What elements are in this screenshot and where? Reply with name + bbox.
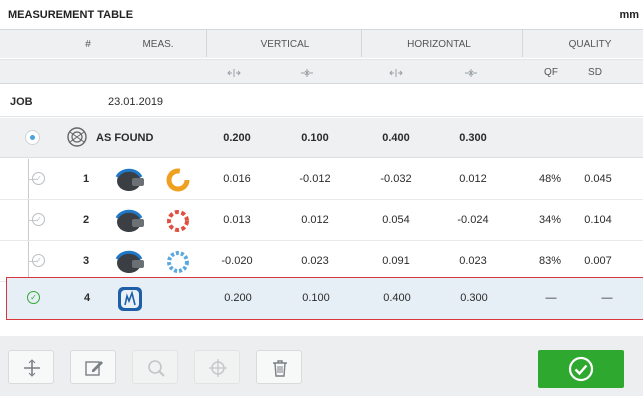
coupling-icon bbox=[67, 127, 87, 147]
value-cell: 0.023 bbox=[459, 255, 487, 267]
outward-arrows-icon bbox=[227, 69, 241, 77]
value-cell: 0.016 bbox=[223, 173, 251, 185]
orange-ring-icon bbox=[166, 168, 190, 192]
horizontal-header: HORIZONTAL bbox=[407, 39, 471, 50]
value-cell: 0.200 bbox=[223, 132, 251, 144]
value-cell: 0.100 bbox=[301, 132, 329, 144]
sd-cell: 0.045 bbox=[584, 173, 612, 185]
crosshair-icon bbox=[209, 359, 227, 377]
row-number: 4 bbox=[83, 292, 91, 304]
sd-header: SD bbox=[588, 67, 602, 78]
page-title: MEASUREMENT TABLE bbox=[8, 9, 134, 21]
value-cell: 0.054 bbox=[382, 214, 410, 226]
value-cell: 0.012 bbox=[301, 214, 329, 226]
search-icon bbox=[148, 360, 165, 377]
outward-arrows-icon bbox=[389, 69, 403, 77]
meas-header: MEAS. bbox=[142, 39, 174, 50]
qf-header: QF bbox=[544, 67, 558, 78]
divider bbox=[206, 30, 207, 57]
value-cell: 0.300 bbox=[460, 292, 488, 304]
edit-button[interactable] bbox=[70, 350, 116, 384]
job-label: JOB bbox=[10, 96, 33, 108]
check-icon[interactable]: ✓ bbox=[27, 291, 40, 304]
inward-arrows-icon bbox=[301, 69, 313, 77]
quality-header: QUALITY bbox=[568, 39, 612, 50]
zoom-button[interactable] bbox=[132, 350, 178, 384]
qf-cell: 48% bbox=[538, 173, 562, 185]
table-header: # MEAS. VERTICAL HORIZONTAL QUALITY bbox=[0, 29, 643, 58]
vertical-header: VERTICAL bbox=[260, 39, 310, 50]
value-cell: 0.091 bbox=[382, 255, 410, 267]
sensor-head-icon bbox=[115, 250, 144, 273]
selected-table-row[interactable]: ✓ 4 0.200 0.100 0.400 0.300 — — bbox=[6, 277, 643, 320]
value-cell: 0.300 bbox=[459, 132, 487, 144]
inward-arrows-icon bbox=[465, 69, 477, 77]
table-subheader: QF SD bbox=[0, 59, 643, 84]
sensor-head-icon bbox=[115, 168, 144, 191]
toolbar bbox=[0, 336, 643, 396]
table-row[interactable]: ✓ 1 0.016 -0.012 -0.032 0.012 48% 0.045 bbox=[0, 159, 643, 200]
number-header: # bbox=[85, 39, 91, 50]
sd-cell: 0.104 bbox=[584, 214, 612, 226]
value-cell: -0.032 bbox=[380, 173, 412, 185]
value-cell: 0.400 bbox=[382, 132, 410, 144]
check-circle-icon bbox=[568, 356, 594, 382]
row-number: 2 bbox=[82, 214, 90, 226]
job-date: 23.01.2019 bbox=[108, 96, 164, 108]
check-icon[interactable]: ✓ bbox=[32, 172, 45, 185]
confirm-button[interactable] bbox=[538, 350, 624, 388]
as-found-row[interactable]: AS FOUND 0.200 0.100 0.400 0.300 bbox=[0, 118, 643, 158]
blue-ring-icon bbox=[167, 251, 189, 273]
qf-cell: 34% bbox=[538, 214, 562, 226]
value-cell: 0.012 bbox=[459, 173, 487, 185]
target-button[interactable] bbox=[194, 350, 240, 384]
as-found-label: AS FOUND bbox=[96, 132, 154, 144]
red-ring-icon bbox=[167, 210, 189, 232]
edit-icon bbox=[85, 361, 103, 376]
row-number: 1 bbox=[82, 173, 90, 185]
sd-cell: 0.007 bbox=[584, 255, 612, 267]
radio-button[interactable] bbox=[25, 130, 40, 145]
plus-icon bbox=[24, 359, 40, 377]
qf-cell: 83% bbox=[538, 255, 562, 267]
value-cell: 0.023 bbox=[301, 255, 329, 267]
value-cell: -0.012 bbox=[299, 173, 331, 185]
trash-icon bbox=[273, 360, 287, 377]
job-row: JOB 23.01.2019 bbox=[0, 85, 643, 117]
check-icon[interactable]: ✓ bbox=[32, 254, 45, 267]
divider bbox=[361, 30, 362, 57]
value-cell: -0.020 bbox=[221, 255, 253, 267]
sensor-head-icon bbox=[115, 209, 144, 232]
table-row[interactable]: ✓ 2 0.013 0.012 0.054 -0.024 34% 0.104 bbox=[0, 200, 643, 241]
add-button[interactable] bbox=[8, 350, 54, 384]
check-icon[interactable]: ✓ bbox=[32, 213, 45, 226]
qf-cell: — bbox=[545, 292, 557, 304]
value-cell: 0.400 bbox=[383, 292, 411, 304]
value-cell: 0.200 bbox=[224, 292, 252, 304]
value-cell: 0.013 bbox=[223, 214, 251, 226]
unit-label: mm bbox=[619, 9, 639, 21]
value-cell: 0.100 bbox=[302, 292, 330, 304]
manual-entry-icon bbox=[118, 287, 142, 311]
row-number: 3 bbox=[82, 255, 90, 267]
value-cell: -0.024 bbox=[457, 214, 489, 226]
divider bbox=[522, 30, 523, 57]
delete-button[interactable] bbox=[256, 350, 302, 384]
table-row[interactable]: ✓ 3 -0.020 0.023 0.091 0.023 83% 0.007 bbox=[0, 241, 643, 282]
title-bar: MEASUREMENT TABLE mm bbox=[0, 0, 643, 28]
sd-cell: — bbox=[601, 292, 613, 304]
